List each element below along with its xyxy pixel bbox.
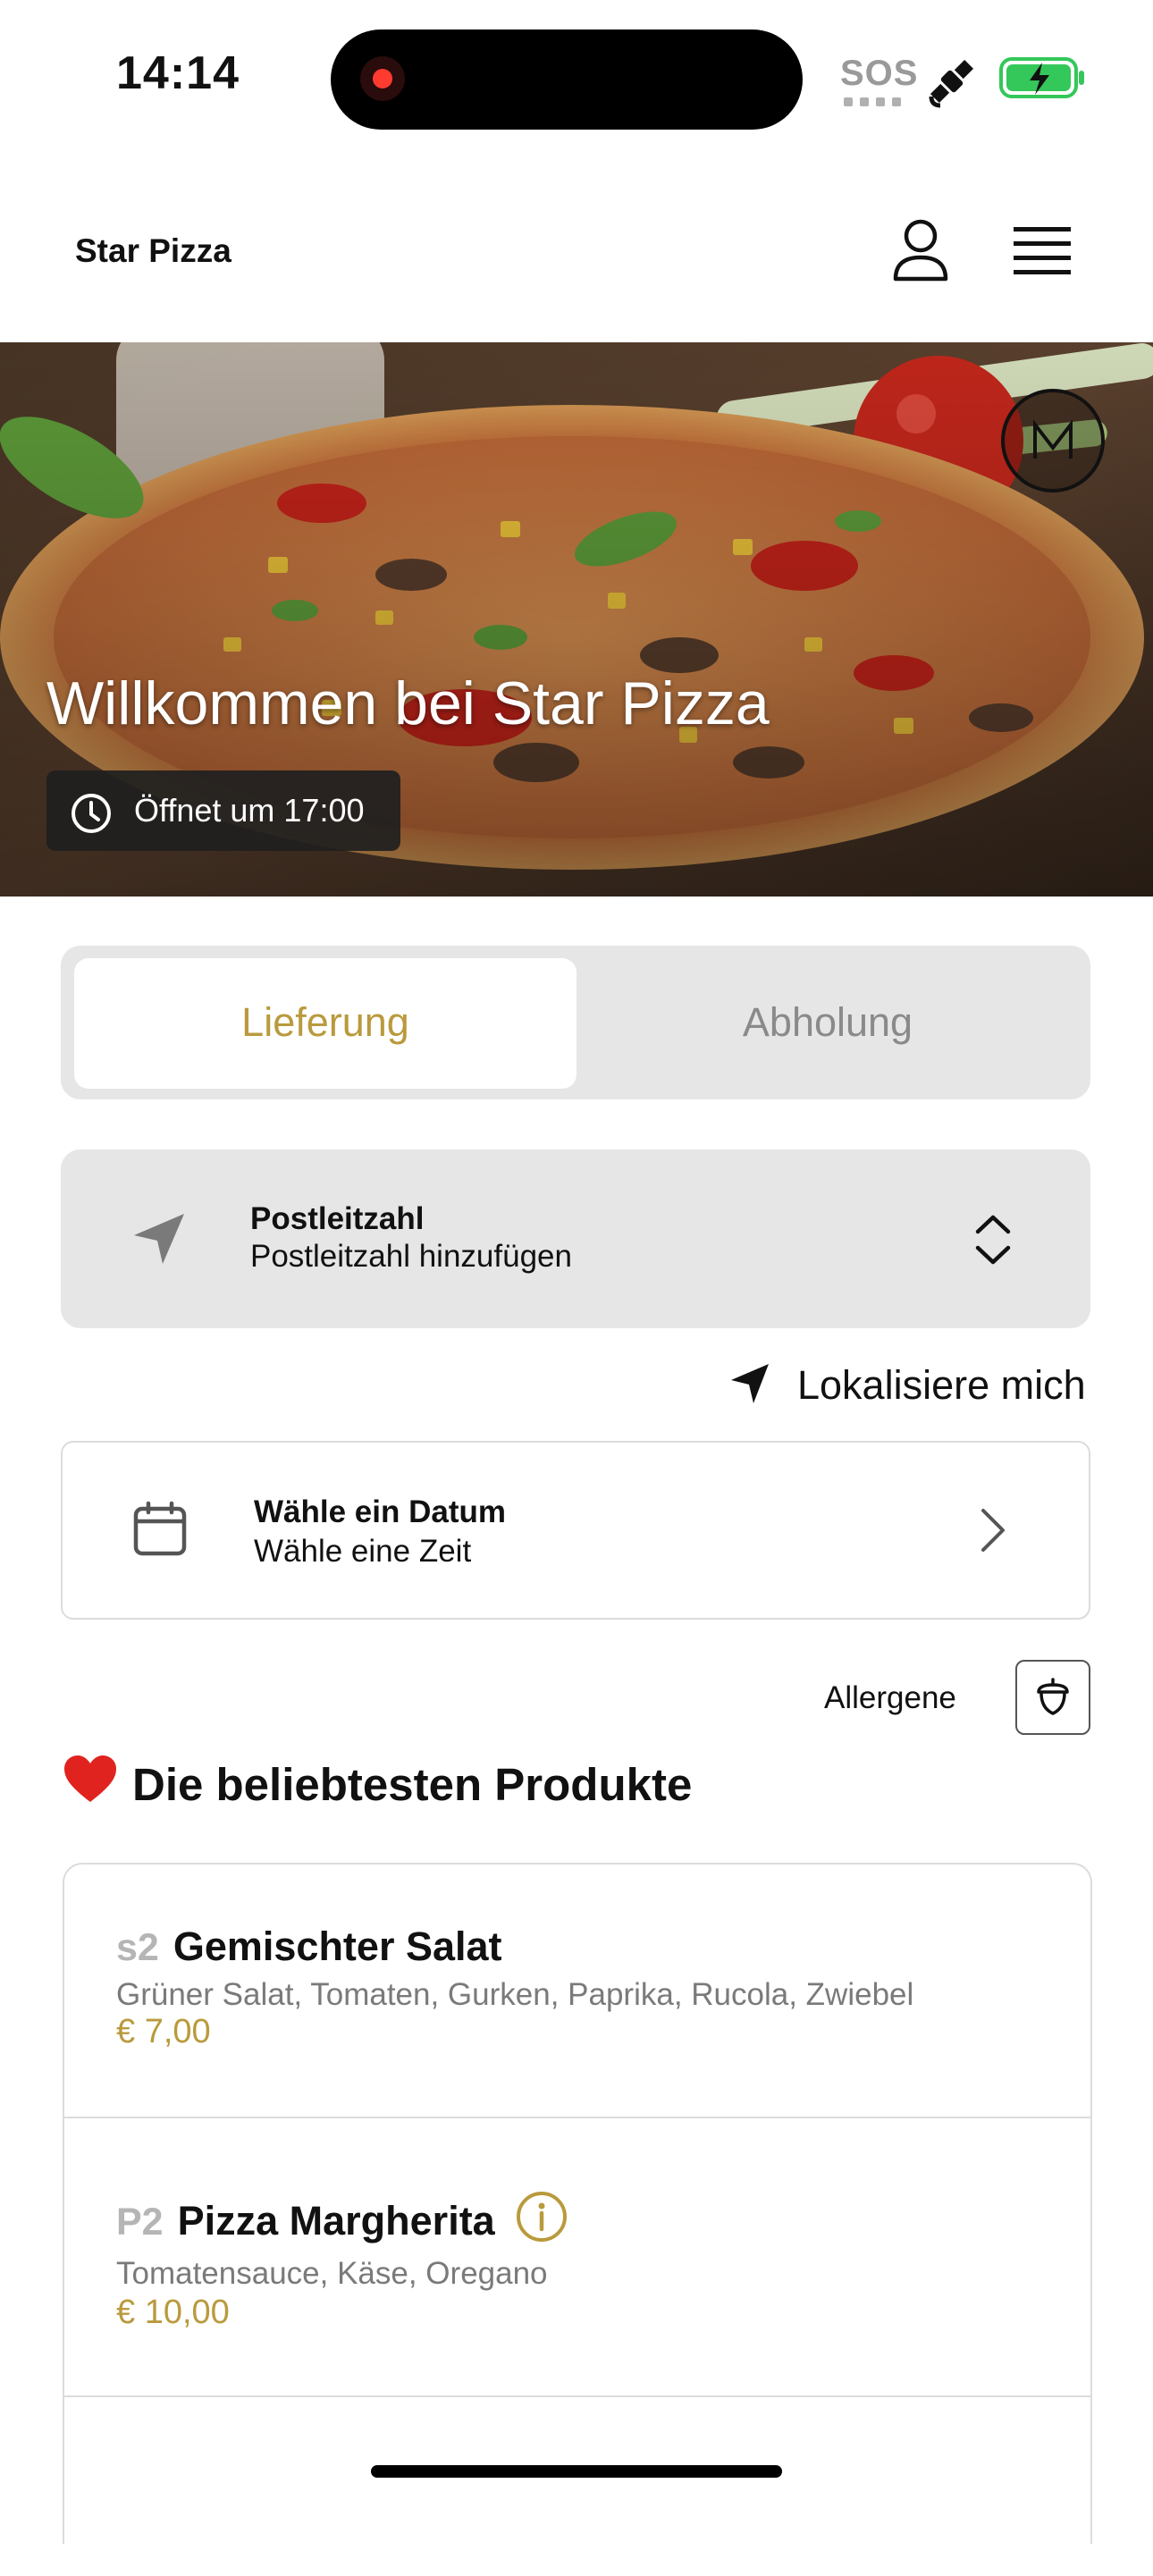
tab-delivery[interactable]: Lieferung — [74, 958, 576, 1089]
location-arrow-icon — [134, 1214, 184, 1264]
chevron-up-down-icon — [975, 1215, 1011, 1265]
tab-pickup-label: Abholung — [742, 999, 913, 1045]
product-code: P2 — [116, 2201, 164, 2243]
product-list: s2 Gemischter Salat Grüner Salat, Tomaten… — [63, 1863, 1092, 2544]
satellite-icon — [921, 50, 983, 117]
product-name: Pizza Margherita — [177, 2198, 495, 2243]
product-price: € 7,00 — [116, 2013, 211, 2050]
popular-products-title-text: Die beliebtesten Produkte — [132, 1759, 693, 1810]
chevron-right-icon — [981, 1509, 1005, 1552]
tab-pickup[interactable]: Abholung — [576, 958, 1079, 1089]
battery-charging-icon — [999, 55, 1089, 106]
locate-me-label: Lokalisiere mich — [797, 1362, 1086, 1408]
time-label: Wähle eine Zeit — [254, 1534, 472, 1569]
opening-time-text: Öffnet um 17:00 — [134, 792, 365, 829]
status-time: 14:14 — [116, 47, 240, 99]
screen-recording-icon — [360, 56, 405, 101]
postal-code-label: Postleitzahl — [250, 1201, 425, 1236]
date-time-picker[interactable]: Wähle ein Datum Wähle eine Zeit — [61, 1441, 1090, 1620]
brand-name[interactable]: Star Pizza — [75, 232, 231, 270]
sos-indicator: SOS — [840, 54, 919, 93]
locate-me-button[interactable]: Lokalisiere mich — [728, 1360, 1090, 1409]
clock-icon — [72, 794, 111, 833]
tab-delivery-label: Lieferung — [241, 999, 409, 1045]
product-row[interactable]: P2 Pizza Margherita Tomatensauce, Käse, O… — [64, 2117, 1090, 2397]
signal-dots — [844, 95, 908, 111]
calendar-icon — [133, 1501, 187, 1556]
product-description: Grüner Salat, Tomaten, Gurken, Paprika, … — [116, 1977, 914, 2012]
popular-products-title: Die beliebtesten Produkte — [63, 1754, 692, 1816]
product-name: Gemischter Salat — [173, 1924, 502, 1969]
acorn-icon — [1037, 1678, 1069, 1715]
product-row[interactable]: s2 Gemischter Salat Grüner Salat, Tomaten… — [64, 1865, 1090, 2117]
opening-time-badge: Öffnet um 17:00 — [46, 770, 400, 851]
allergens-button[interactable] — [1015, 1660, 1090, 1735]
product-code: s2 — [116, 1926, 159, 1969]
allergens-label[interactable]: Allergene — [824, 1680, 956, 1716]
info-icon[interactable] — [515, 2190, 568, 2243]
heart-icon — [63, 1754, 118, 1816]
postal-code-field[interactable]: Postleitzahl Postleitzahl hinzufügen — [61, 1149, 1090, 1328]
navigation-arrow-icon — [731, 1364, 769, 1403]
postal-code-placeholder: Postleitzahl hinzufügen — [250, 1239, 572, 1274]
welcome-title: Willkommen bei Star Pizza — [46, 669, 770, 737]
product-row[interactable] — [64, 2395, 1090, 2576]
user-icon[interactable] — [890, 218, 951, 287]
home-indicator — [371, 2465, 782, 2478]
product-price: € 10,00 — [116, 2294, 230, 2331]
product-description: Tomatensauce, Käse, Oregano — [116, 2256, 548, 2291]
menu-icon[interactable] — [1012, 222, 1074, 285]
date-label: Wähle ein Datum — [254, 1494, 506, 1529]
